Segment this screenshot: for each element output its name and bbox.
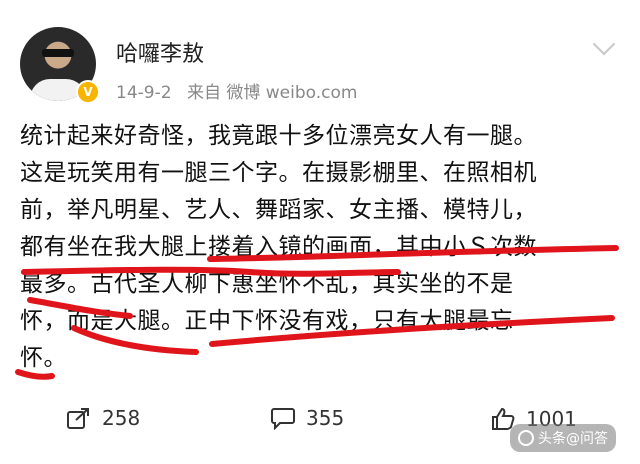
comment-icon (271, 408, 295, 430)
post-line: 最多。古代圣人柳下惠坐怀不乱，其实坐的不是 (20, 271, 514, 297)
repost-button[interactable]: 258 (66, 406, 140, 430)
verified-badge-icon: V (76, 80, 100, 104)
repost-icon (67, 408, 89, 429)
post-line: 怀，而是大腿。正中下怀没有戏，只有大腿最忘 (20, 308, 514, 334)
watermark: 头条@问答 (510, 424, 616, 452)
post-line: 怀。 (20, 345, 67, 371)
username[interactable]: 哈囉李敖 (116, 36, 204, 68)
comment-count: 355 (306, 406, 345, 430)
post-meta: 14-9-2 来自 微博 weibo.com (116, 78, 367, 103)
post-line: 统计起来好奇怪，我竟跟十多位漂亮女人有一腿。 (20, 123, 537, 149)
watermark-text: 头条@问答 (538, 431, 608, 447)
post-source: 来自 微博 weibo.com (186, 83, 358, 103)
post-date: 14-9-2 (116, 83, 172, 103)
post-line: 都有坐在我大腿上搂着入镜的画面，其中小Ｓ次数 (20, 234, 537, 260)
post-line: 前，举凡明星、艺人、舞蹈家、女主播、模特儿， (20, 197, 537, 223)
repost-count: 258 (102, 406, 141, 430)
comment-button[interactable]: 355 (270, 406, 344, 430)
post-text: 统计起来好奇怪，我竟跟十多位漂亮女人有一腿。 这是玩笑用有一腿三个字。在摄影棚里… (20, 118, 630, 377)
post-line: 这是玩笑用有一腿三个字。在摄影棚里、在照相机 (20, 160, 537, 186)
avatar-glasses (42, 49, 74, 57)
watermark-icon (518, 430, 534, 446)
chevron-down-icon[interactable] (592, 32, 616, 56)
